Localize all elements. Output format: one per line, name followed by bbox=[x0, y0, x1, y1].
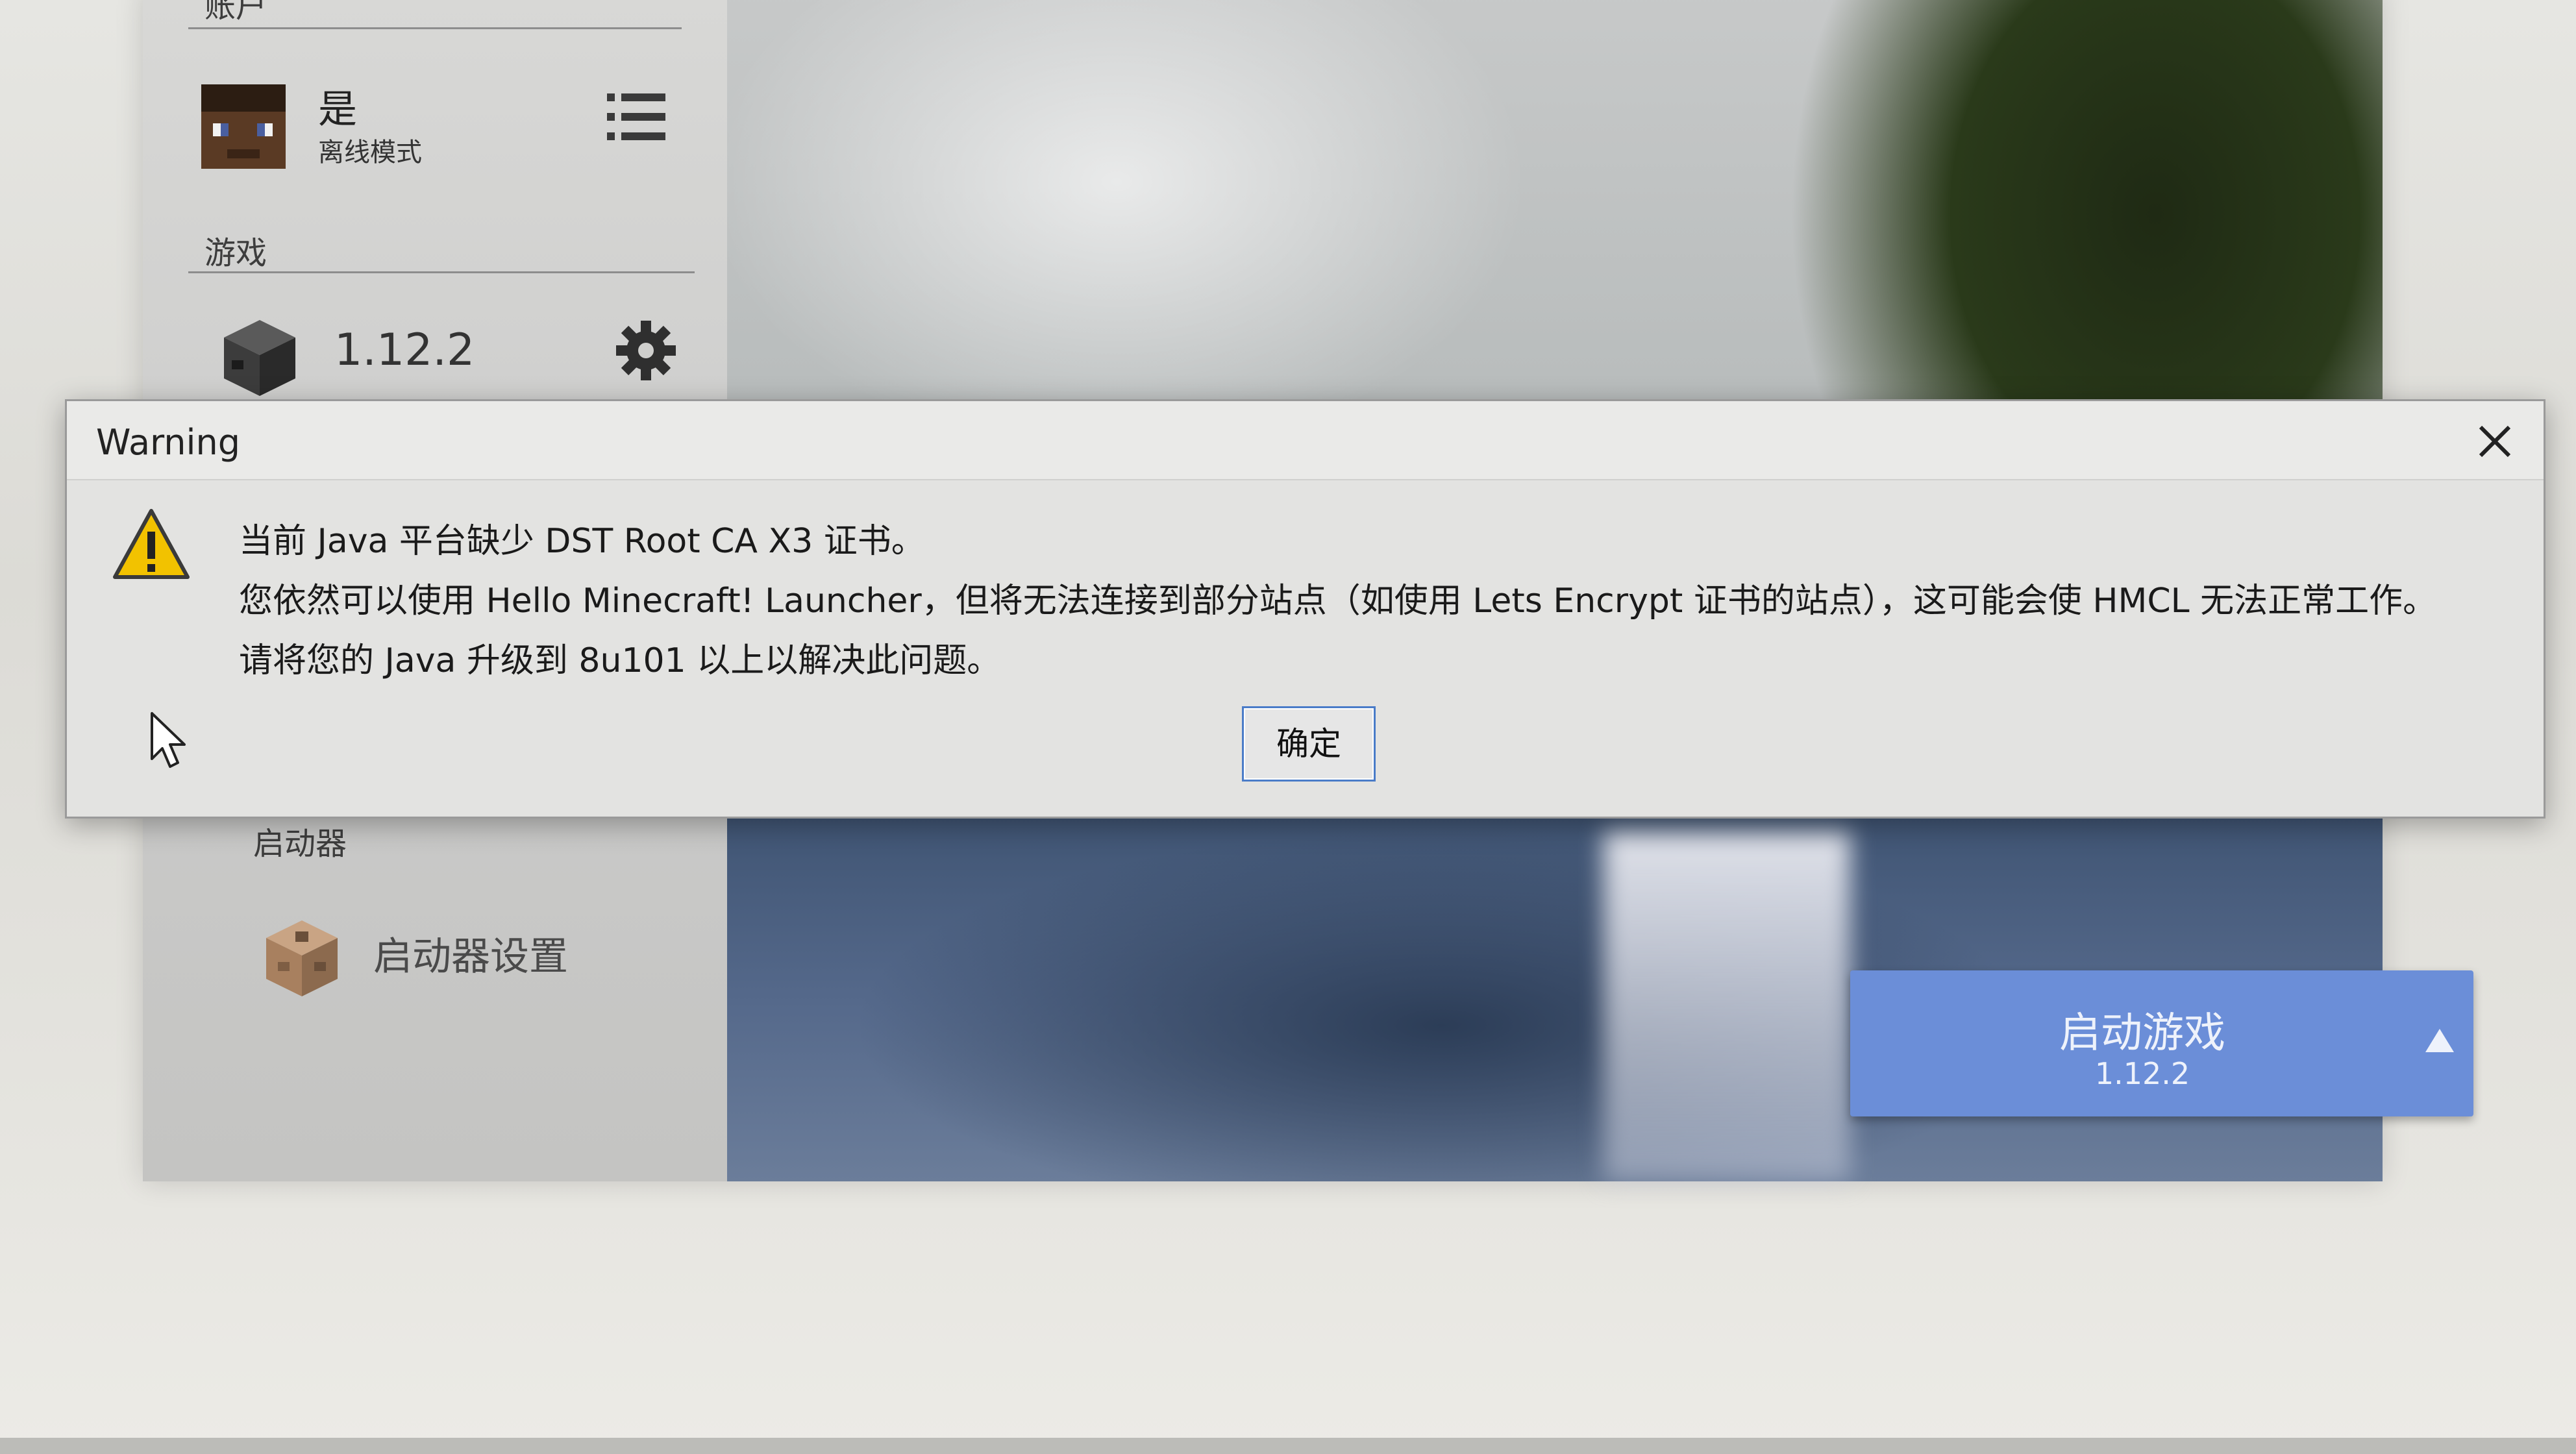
launch-game-button[interactable]: 启动游戏 1.12.2 bbox=[1850, 970, 2473, 1116]
dialog-message: 当前 Java 平台缺少 DST Root CA X3 证书。 您依然可以使用 … bbox=[239, 511, 2511, 691]
dialog-titlebar[interactable]: Warning bbox=[67, 401, 2544, 480]
message-line: 您依然可以使用 Hello Minecraft! Launcher，但将无法连接… bbox=[239, 582, 2437, 621]
launch-button-title: 启动游戏 bbox=[2059, 1009, 2225, 1057]
game-version-name: 1.12.2 bbox=[334, 325, 475, 376]
warning-dialog: Warning 当前 Java 平台缺少 DST Root CA X3 证书。 … bbox=[65, 399, 2545, 819]
avatar bbox=[201, 84, 286, 169]
account-username: 是 bbox=[318, 87, 357, 132]
dialog-title: Warning bbox=[96, 422, 241, 463]
launcher-settings-label: 启动器设置 bbox=[373, 934, 568, 980]
message-line: 当前 Java 平台缺少 DST Root CA X3 证书。 bbox=[239, 522, 925, 561]
chevron-up-icon[interactable] bbox=[2425, 1029, 2454, 1052]
menu-icon[interactable] bbox=[607, 91, 665, 143]
launcher-section-label: 启动器 bbox=[253, 826, 347, 862]
warning-icon bbox=[113, 509, 190, 579]
gear-icon[interactable] bbox=[613, 318, 678, 383]
cursor-icon bbox=[151, 712, 186, 768]
screen-bottom-edge bbox=[0, 1438, 2576, 1454]
launch-button-version: 1.12.2 bbox=[2094, 1056, 2190, 1091]
divider bbox=[188, 27, 682, 29]
ok-button[interactable]: 确定 bbox=[1242, 706, 1376, 782]
divider bbox=[188, 271, 695, 273]
message-line: 请将您的 Java 升级到 8u101 以上以解决此问题。 bbox=[239, 641, 1001, 680]
account-mode-label: 离线模式 bbox=[318, 138, 422, 167]
grass-block-icon bbox=[224, 320, 295, 396]
close-icon[interactable] bbox=[2469, 415, 2521, 467]
game-section-label: 游戏 bbox=[204, 235, 267, 271]
account-section-label: 账户 bbox=[204, 0, 267, 25]
command-block-icon bbox=[266, 920, 338, 996]
